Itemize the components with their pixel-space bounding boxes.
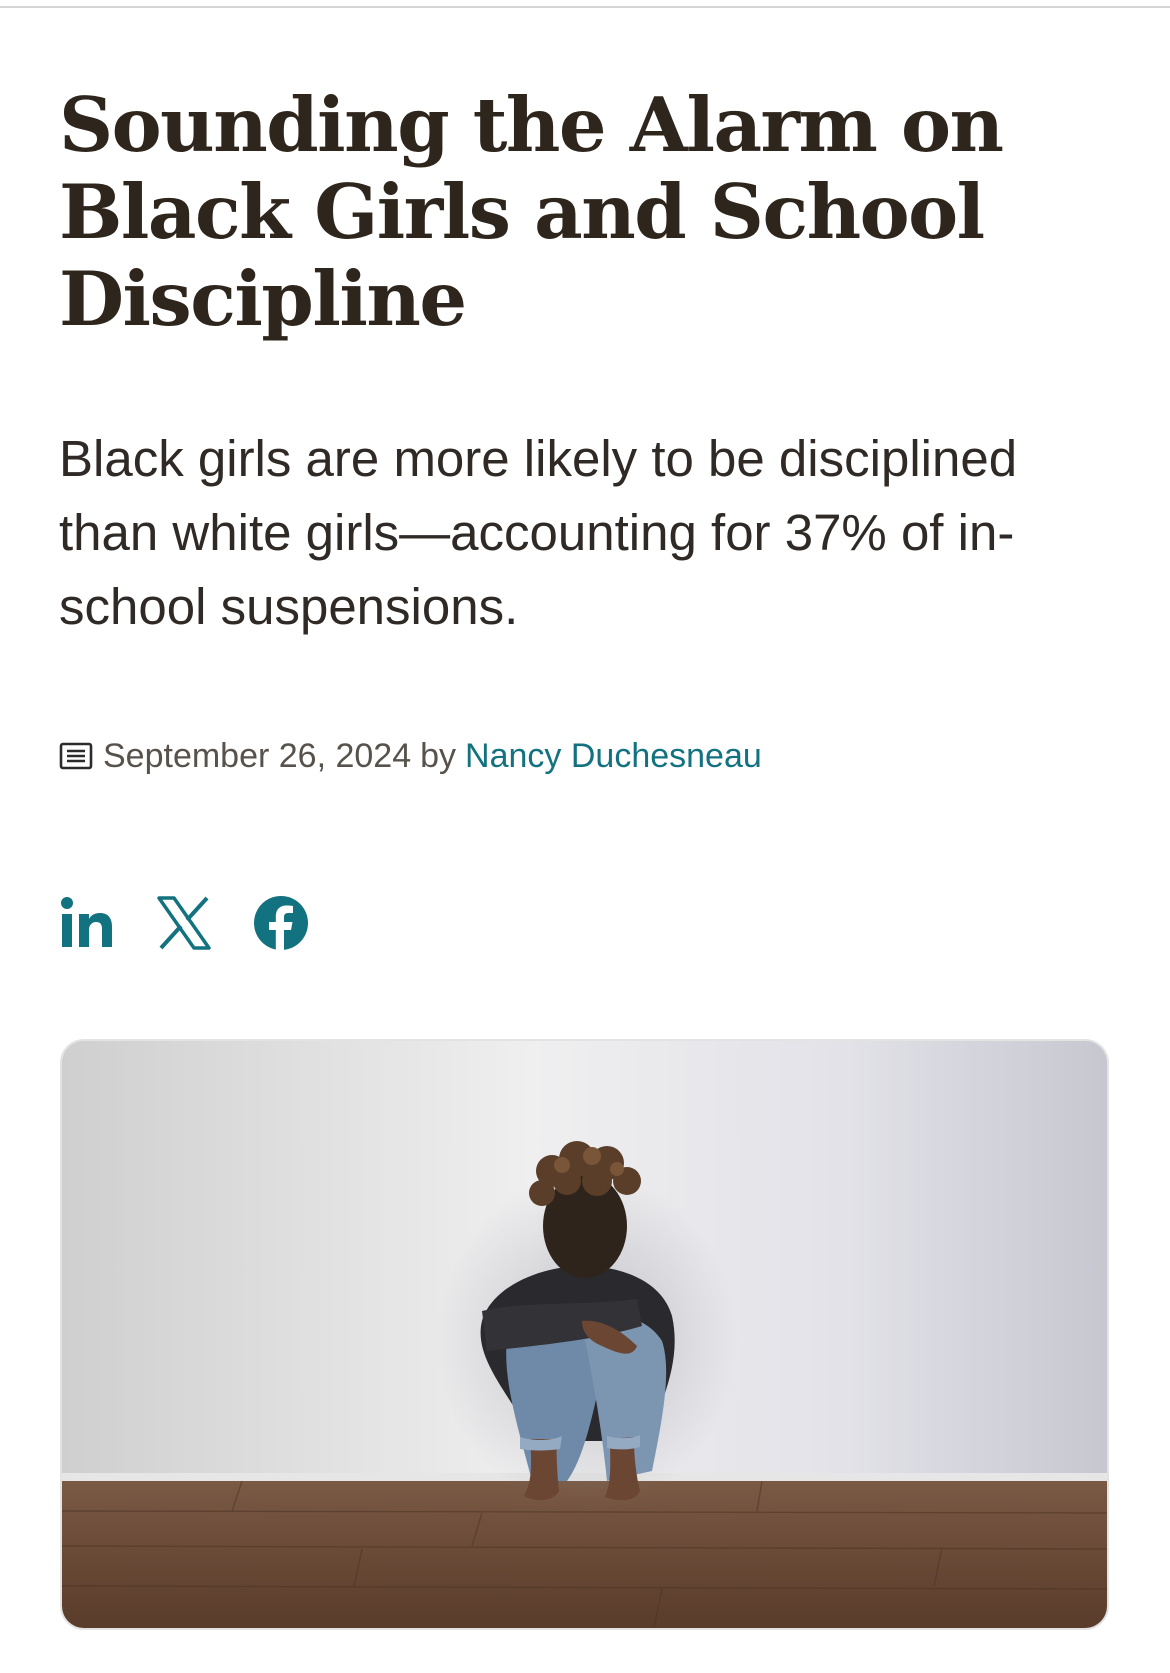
article-subtitle: Black girls are more likely to be discip… (59, 430, 1018, 635)
article-title: Sounding the Alarm on Black Girls and Sc… (59, 81, 1004, 343)
girl-sitting-against-wall-illustration (62, 1041, 1107, 1628)
x-share-button[interactable] (157, 896, 211, 950)
hero-image (60, 1039, 1109, 1630)
linkedin-share-button[interactable] (59, 895, 115, 951)
facebook-icon (254, 896, 308, 951)
x-icon (157, 896, 211, 950)
facebook-share-button[interactable] (253, 895, 309, 951)
share-bar (59, 893, 309, 953)
article-document-icon (59, 742, 93, 770)
top-divider (0, 6, 1170, 8)
linkedin-icon (61, 897, 112, 947)
article-date: September 26, 2024 (103, 736, 412, 775)
article-meta: September 26, 2024 by Nancy Duchesneau (59, 734, 762, 778)
author-link[interactable]: Nancy Duchesneau (465, 737, 762, 776)
byline-by: by (420, 736, 457, 775)
